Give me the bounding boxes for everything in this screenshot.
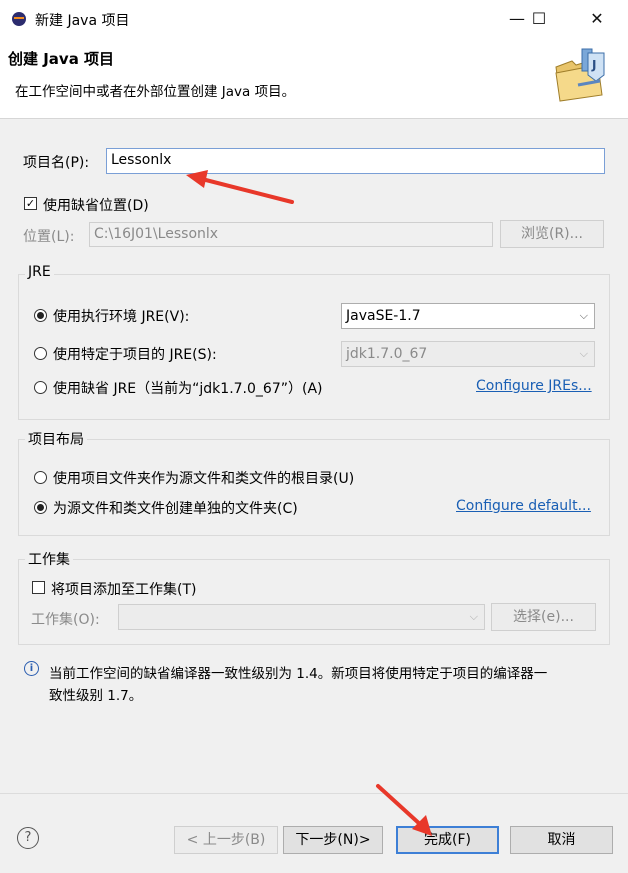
red-arrow-annotation bbox=[186, 170, 432, 836]
